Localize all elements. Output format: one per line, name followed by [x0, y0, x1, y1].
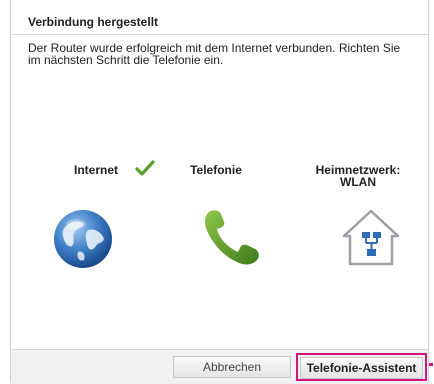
setup-dialog: Verbindung hergestellt Der Router wurde …	[10, 0, 429, 384]
highlight-pointer	[429, 363, 433, 366]
home-network-icon	[342, 209, 400, 266]
dialog-footer: Abbrechen Telefonie-Assistent	[11, 349, 428, 384]
cancel-button[interactable]: Abbrechen	[173, 356, 291, 378]
phone-icon	[205, 210, 259, 265]
check-icon	[135, 160, 155, 176]
status-message: Der Router wurde erfolgreich mit dem Int…	[28, 41, 401, 67]
telefonie-label: Telefonie	[190, 163, 242, 177]
title-separator	[11, 34, 428, 35]
heimnetzwerk-label: Heimnetzwerk: WLAN	[315, 163, 401, 189]
telefonie-assistent-button[interactable]: Telefonie-Assistent	[300, 357, 423, 379]
globe-icon	[54, 210, 112, 268]
dialog-title: Verbindung hergestellt	[28, 15, 159, 29]
